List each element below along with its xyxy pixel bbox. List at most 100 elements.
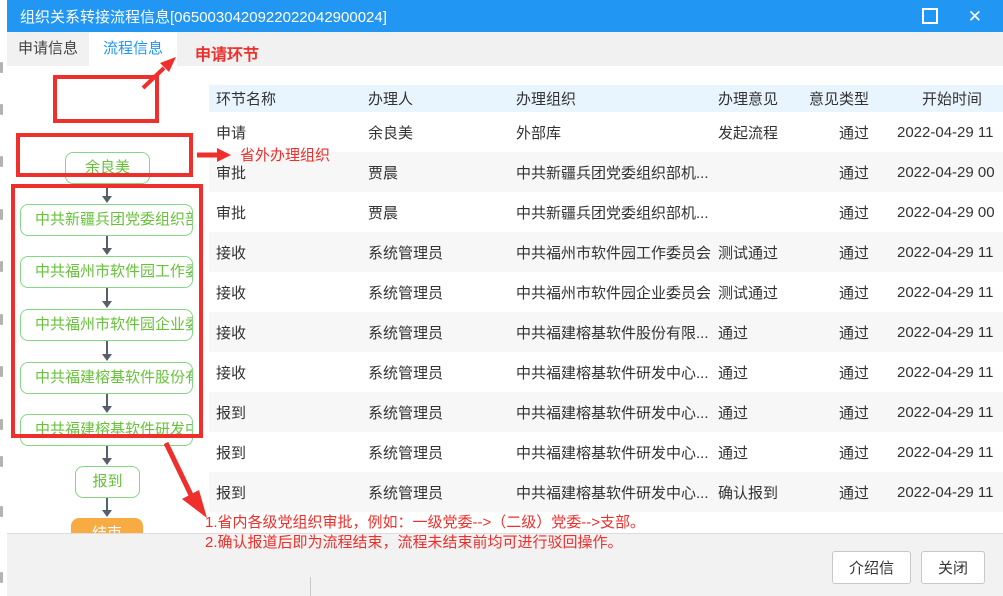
tab-process-info[interactable]: 流程信息 bbox=[89, 32, 177, 66]
apply-step-annotation: 申请环节 bbox=[195, 41, 259, 65]
maximize-icon[interactable] bbox=[922, 8, 938, 24]
table-cell: 贾晨 bbox=[368, 162, 516, 183]
table-row[interactable]: 审批贾晨中共新疆兵团党委组织部机... 通过 2022-04-29 00 bbox=[209, 192, 1003, 232]
panel-divider bbox=[310, 577, 311, 596]
table-cell: 中共福建榕基软件研发中心... bbox=[516, 482, 718, 503]
table-cell: 报到 bbox=[216, 482, 368, 503]
background-edge-fragment bbox=[0, 506, 3, 517]
flow-node-org: 中共福建榕基软件股份有限公司 bbox=[20, 362, 193, 394]
table-row[interactable]: 接收系统管理员中共福建榕基软件研发中心...通过通过2022-04-29 11 bbox=[209, 352, 1003, 392]
table-cell: 2022-04-29 11 bbox=[897, 324, 1003, 341]
flow-connector-line bbox=[106, 341, 108, 355]
tab-bar: 申请信息 流程信息 bbox=[7, 32, 1003, 67]
window-title: 组织关系转接流程信息[0650030420922022042900024] bbox=[20, 6, 387, 27]
table-cell: 中共福建榕基软件研发中心... bbox=[516, 442, 718, 463]
table-cell: 外部库 bbox=[516, 122, 718, 143]
table-cell: 2022-04-29 11 bbox=[897, 484, 1003, 501]
table-cell: 中共福建榕基软件股份有限... bbox=[516, 322, 718, 343]
table-cell: 中共新疆兵团党委组织部机... bbox=[516, 202, 718, 223]
table-cell: 通过 bbox=[803, 402, 869, 423]
table-cell: 通过 bbox=[803, 322, 869, 343]
table-cell: 发起流程 bbox=[718, 122, 803, 143]
table-cell: 系统管理员 bbox=[368, 322, 516, 343]
flow-chart-panel: 余良美中共新疆兵团党委组织部中共福州市软件园工作委员会中共福州市软件园企业委员会… bbox=[7, 66, 209, 533]
background-edge-fragment bbox=[0, 156, 3, 167]
table-cell: 通过 bbox=[803, 442, 869, 463]
table-cell: 系统管理员 bbox=[368, 442, 516, 463]
flow-node-step: 报到 bbox=[75, 466, 140, 498]
close-icon[interactable]: ✕ bbox=[968, 8, 982, 25]
table-cell: 余良美 bbox=[368, 122, 516, 143]
window-controls: ✕ bbox=[922, 8, 982, 25]
header-cell: 开始时间 bbox=[897, 88, 982, 109]
flow-connector-line bbox=[106, 288, 108, 302]
process-table: 环节名称办理人办理组织办理意见意见类型开始时间 申请余良美外部库发起流程通过20… bbox=[209, 66, 1003, 533]
table-cell: 系统管理员 bbox=[368, 482, 516, 503]
table-cell: 申请 bbox=[216, 122, 368, 143]
table-cell: 中共福州市软件园企业委员会 bbox=[516, 282, 718, 303]
table-cell: 系统管理员 bbox=[368, 282, 516, 303]
background-edge-fragment bbox=[0, 419, 3, 430]
screen: 组织关系转接流程信息[0650030420922022042900024] ✕ … bbox=[0, 0, 1003, 596]
table-cell: 贾晨 bbox=[368, 202, 516, 223]
flow-node-org: 中共新疆兵团党委组织部 bbox=[20, 204, 193, 236]
table-cell: 接收 bbox=[216, 322, 368, 343]
table-cell: 审批 bbox=[216, 202, 368, 223]
background-edge-fragment bbox=[0, 366, 3, 377]
table-cell: 2022-04-29 11 bbox=[897, 284, 1003, 301]
table-cell: 接收 bbox=[216, 362, 368, 383]
table-cell: 通过 bbox=[718, 362, 803, 383]
table-cell: 2022-04-29 11 bbox=[897, 444, 1003, 461]
header-cell: 办理组织 bbox=[516, 88, 718, 109]
background-edge-fragment bbox=[0, 209, 3, 220]
table-cell: 报到 bbox=[216, 442, 368, 463]
table-row[interactable]: 报到系统管理员中共福建榕基软件研发中心...通过通过2022-04-29 11 bbox=[209, 432, 1003, 472]
flow-connector-arrow-icon bbox=[102, 354, 112, 361]
table-cell: 2022-04-29 11 bbox=[897, 364, 1003, 381]
table-cell: 2022-04-29 00 bbox=[897, 204, 1003, 221]
flow-connector-arrow-icon bbox=[102, 510, 112, 517]
table-row[interactable]: 接收系统管理员中共福州市软件园工作委员会测试通过通过2022-04-29 11 bbox=[209, 232, 1003, 272]
table-cell: 通过 bbox=[803, 202, 869, 223]
table-row[interactable]: 报到系统管理员中共福建榕基软件研发中心...通过通过2022-04-29 11 bbox=[209, 392, 1003, 432]
background-edge-fragment bbox=[0, 314, 3, 325]
header-cell: 意见类型 bbox=[803, 88, 869, 109]
table-cell: 通过 bbox=[803, 162, 869, 183]
table-cell: 通过 bbox=[803, 482, 869, 503]
table-body: 申请余良美外部库发起流程通过2022-04-29 11审批贾晨中共新疆兵团党委组… bbox=[209, 112, 1003, 512]
background-edge-fragment bbox=[0, 62, 3, 73]
table-cell: 通过 bbox=[803, 242, 869, 263]
table-cell: 通过 bbox=[718, 322, 803, 343]
flow-node-org: 中共福建榕基软件研发中心 bbox=[20, 414, 193, 446]
flow-connector-arrow-icon bbox=[102, 196, 112, 203]
background-page-edge bbox=[0, 0, 7, 596]
header-cell: 环节名称 bbox=[216, 88, 368, 109]
table-row[interactable]: 接收系统管理员中共福州市软件园企业委员会测试通过通过2022-04-29 11 bbox=[209, 272, 1003, 312]
table-cell: 通过 bbox=[803, 282, 869, 303]
table-cell: 通过 bbox=[718, 442, 803, 463]
close-button[interactable]: 关闭 bbox=[921, 551, 985, 584]
table-row[interactable]: 报到系统管理员中共福建榕基软件研发中心...确认报到通过 2022-04-29 1… bbox=[209, 472, 1003, 512]
table-cell: 测试通过 bbox=[718, 242, 803, 263]
table-cell: 2022-04-29 11 bbox=[897, 244, 1003, 261]
introduction-letter-button[interactable]: 介绍信 bbox=[832, 551, 911, 584]
background-edge-fragment bbox=[0, 104, 3, 115]
header-cell: 办理人 bbox=[368, 88, 516, 109]
table-header-row: 环节名称办理人办理组织办理意见意见类型开始时间 bbox=[209, 85, 1003, 112]
table-cell: 中共福州市软件园工作委员会 bbox=[516, 242, 718, 263]
table-cell: 中共福建榕基软件研发中心... bbox=[516, 402, 718, 423]
table-cell: 测试通过 bbox=[718, 282, 803, 303]
table-cell: 系统管理员 bbox=[368, 402, 516, 423]
outer-org-annotation: 省外办理组织 bbox=[240, 144, 330, 165]
table-row[interactable]: 接收系统管理员中共福建榕基软件股份有限...通过通过2022-04-29 11 bbox=[209, 312, 1003, 352]
table-cell: 确认报到 bbox=[718, 482, 803, 503]
dialog-titlebar: 组织关系转接流程信息[0650030420922022042900024] ✕ bbox=[7, 0, 1003, 32]
table-cell: 通过 bbox=[803, 122, 869, 143]
process-info-dialog: 组织关系转接流程信息[0650030420922022042900024] ✕ … bbox=[7, 0, 1003, 596]
table-cell: 2022-04-29 00 bbox=[897, 164, 1003, 181]
tab-application-info[interactable]: 申请信息 bbox=[7, 32, 89, 66]
flow-node-org: 中共福州市软件园工作委员会 bbox=[20, 256, 193, 288]
flow-connector-arrow-icon bbox=[102, 301, 112, 308]
background-edge-fragment bbox=[0, 456, 3, 467]
table-cell: 通过 bbox=[803, 362, 869, 383]
